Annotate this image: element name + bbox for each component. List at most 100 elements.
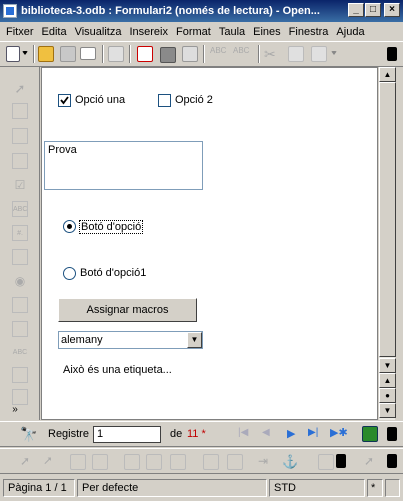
- page-preview-icon[interactable]: [182, 46, 198, 62]
- maximize-button[interactable]: □: [365, 3, 381, 17]
- print-icon[interactable]: [160, 47, 176, 63]
- paste-dropdown-icon[interactable]: [331, 51, 337, 57]
- next-record-icon[interactable]: ▶: [287, 427, 303, 443]
- signature-indicator: [385, 479, 400, 497]
- new-record-icon[interactable]: ▶✱: [330, 426, 348, 442]
- chevron-down-icon[interactable]: ▼: [187, 332, 202, 348]
- save-icon[interactable]: [60, 46, 76, 62]
- group-icon[interactable]: [70, 454, 86, 470]
- page-indicator: Pàgina 1 / 1: [3, 479, 75, 497]
- toolbar-overflow-icon[interactable]: [387, 47, 397, 61]
- radio-boto-opcio1[interactable]: [63, 267, 76, 280]
- combo-box-control-icon[interactable]: [12, 321, 28, 337]
- list-box-control-icon[interactable]: [12, 297, 28, 313]
- find-record-icon[interactable]: 🔭: [20, 426, 37, 442]
- edit-group-icon[interactable]: [124, 454, 140, 470]
- align-icon[interactable]: ⇥: [258, 454, 274, 470]
- label-control-icon[interactable]: ABC: [12, 345, 28, 361]
- last-record-icon[interactable]: ▶|: [308, 427, 324, 443]
- edit-points-icon[interactable]: ⭧: [44, 454, 60, 470]
- nav-toolbar-overflow-icon[interactable]: [387, 427, 397, 441]
- design-mode-icon[interactable]: [12, 103, 28, 119]
- bring-front-icon[interactable]: [203, 454, 219, 470]
- ungroup-icon[interactable]: [92, 454, 108, 470]
- first-record-icon[interactable]: |◀: [238, 427, 254, 443]
- checkbox-control-icon[interactable]: ☑: [12, 177, 28, 193]
- text-area-field[interactable]: Prova: [44, 141, 203, 190]
- previous-record-icon[interactable]: ◀: [262, 427, 278, 443]
- checkbox-opcio-2-label: Opció 2: [175, 94, 213, 106]
- checkbox-opcio-una[interactable]: [58, 94, 71, 107]
- assignar-macros-button[interactable]: Assignar macros: [58, 298, 197, 322]
- app-icon[interactable]: [3, 4, 17, 18]
- cut-icon[interactable]: ✂: [264, 46, 280, 62]
- autospellcheck-icon[interactable]: ABC: [233, 46, 249, 62]
- language-combo-box[interactable]: alemany ▼: [58, 331, 203, 349]
- modified-indicator: *: [367, 479, 383, 497]
- toolbar-expand-icon[interactable]: »: [8, 405, 22, 417]
- position-size-icon[interactable]: [170, 454, 186, 470]
- close-button[interactable]: ×: [384, 3, 400, 17]
- formatted-field-icon[interactable]: #.: [12, 225, 28, 241]
- minimize-button[interactable]: _: [348, 3, 364, 17]
- title-bar: biblioteca-3.odb : Formulari2 (només de …: [0, 0, 403, 22]
- option-button-control-icon[interactable]: ◉: [12, 273, 28, 289]
- next-page-icon[interactable]: ▼: [379, 403, 396, 418]
- control-properties-icon[interactable]: [12, 128, 28, 144]
- new-document-icon[interactable]: [6, 46, 20, 62]
- page-style[interactable]: Per defecte: [77, 479, 267, 497]
- select-mode-icon[interactable]: ➚: [364, 454, 380, 470]
- scroll-thumb[interactable]: [379, 82, 396, 357]
- menu-visualitza[interactable]: Visualitza: [75, 26, 122, 38]
- select-icon[interactable]: ➚: [20, 454, 36, 470]
- form-controls-toolbar: ➚ ☑ ABC #. ◉ ABC »: [0, 67, 40, 420]
- status-bar: Pàgina 1 / 1 Per defecte STD *: [0, 476, 403, 501]
- previous-page-icon[interactable]: ▲: [379, 373, 396, 388]
- navigator-icon[interactable]: ●: [379, 388, 396, 403]
- spellcheck-icon[interactable]: ABC: [210, 46, 226, 62]
- form-navigation-toolbar: 🔭 Registre 1 de 11 * |◀ ◀ ▶ ▶| ▶✱: [0, 421, 403, 447]
- menu-edita[interactable]: Edita: [42, 26, 67, 38]
- email-icon[interactable]: [80, 47, 96, 60]
- menu-taula[interactable]: Taula: [219, 26, 245, 38]
- menu-eines[interactable]: Eines: [253, 26, 281, 38]
- save-record-icon[interactable]: [362, 426, 378, 442]
- form-properties-icon[interactable]: [12, 153, 28, 169]
- radio-boto-opcio1-label: Botó d'opció1: [80, 267, 147, 279]
- form-design-icon[interactable]: [12, 389, 28, 405]
- select-toolbar-overflow-icon[interactable]: [387, 454, 397, 468]
- record-number-input[interactable]: 1: [93, 426, 161, 443]
- paste-icon[interactable]: [311, 46, 327, 62]
- record-total: 11 *: [187, 428, 206, 440]
- bottom-toolbar-overflow-icon[interactable]: [336, 454, 346, 468]
- bottom-toolbar: ➚ ⭧ ⇥ ⚓ ➚: [0, 448, 403, 474]
- vertical-scrollbar[interactable]: ▲ ▼ ▲ ● ▼: [378, 67, 396, 420]
- exit-group-icon[interactable]: [146, 454, 162, 470]
- send-back-icon[interactable]: [227, 454, 243, 470]
- copy-icon[interactable]: [288, 46, 304, 62]
- document-area: Opció una Opció 2 Prova Botó d'opció Bot…: [41, 67, 378, 420]
- anchor-icon[interactable]: ⚓: [282, 454, 298, 470]
- menu-ajuda[interactable]: Ajuda: [336, 26, 364, 38]
- selection-mode[interactable]: STD: [269, 479, 365, 497]
- export-pdf-icon[interactable]: [137, 46, 153, 62]
- push-button-control-icon[interactable]: [12, 249, 28, 265]
- menu-finestra[interactable]: Finestra: [289, 26, 329, 38]
- new-dropdown-icon[interactable]: [22, 51, 28, 57]
- scroll-down-icon[interactable]: ▼: [379, 358, 396, 373]
- text-box-control-icon[interactable]: ABC: [12, 201, 28, 217]
- checkmark-icon: [60, 96, 69, 105]
- wrap-icon[interactable]: [318, 454, 334, 470]
- edit-file-icon[interactable]: [108, 46, 124, 62]
- menu-format[interactable]: Format: [176, 26, 211, 38]
- more-controls-icon[interactable]: [12, 367, 28, 383]
- record-label: Registre: [48, 428, 89, 440]
- radio-boto-opcio[interactable]: [63, 220, 76, 233]
- open-folder-icon[interactable]: [38, 46, 54, 62]
- select-pointer-icon[interactable]: ➚: [12, 81, 28, 97]
- scroll-up-icon[interactable]: ▲: [379, 67, 396, 82]
- menu-fitxer[interactable]: Fitxer: [6, 26, 34, 38]
- checkbox-opcio-2[interactable]: [158, 94, 171, 107]
- menu-insereix[interactable]: Insereix: [129, 26, 168, 38]
- standard-toolbar: ABC ABC ✂: [0, 41, 403, 67]
